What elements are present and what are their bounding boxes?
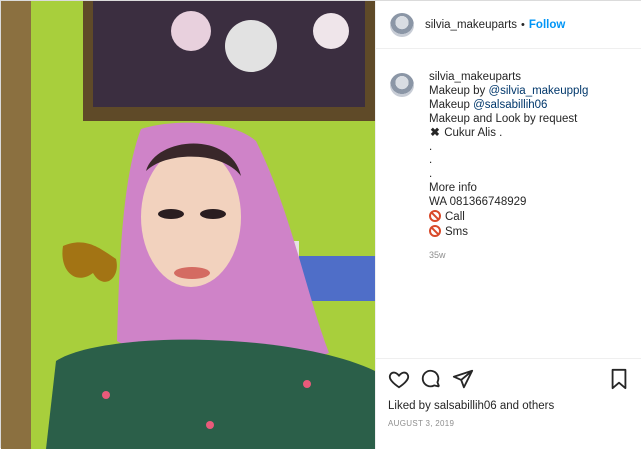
post-sidebar: silvia_makeuparts • Follow silvia_makeup… <box>375 1 641 449</box>
no-entry-icon <box>429 224 441 237</box>
mention-link[interactable]: @silvia_makeupplg <box>488 85 588 97</box>
heart-icon[interactable] <box>388 368 410 390</box>
caption-line: Sms <box>429 224 588 240</box>
caption-line: WA 081366748929 <box>429 196 527 209</box>
caption-line: More info <box>429 182 477 195</box>
caption-area: silvia_makeuparts Makeup by @silvia_make… <box>376 49 641 359</box>
caption-body: silvia_makeuparts Makeup by @silvia_make… <box>429 71 588 263</box>
separator-dot: • <box>521 18 525 31</box>
instagram-post: silvia_makeuparts • Follow silvia_makeup… <box>0 0 641 449</box>
action-bar <box>388 367 630 391</box>
caption-line: . <box>429 168 433 181</box>
share-icon[interactable] <box>452 368 474 390</box>
action-section: Liked by salsabillih06 and others AUGUST… <box>376 358 641 448</box>
mention-link[interactable]: @salsabillih06 <box>473 99 547 111</box>
follow-button[interactable]: Follow <box>529 19 565 31</box>
caption-line: Makeup @salsabillih06 <box>429 98 548 111</box>
no-entry-icon <box>429 210 441 223</box>
comment-icon[interactable] <box>420 368 442 390</box>
likes-summary: Liked by salsabillih06 and others <box>388 400 555 412</box>
post-header: silvia_makeuparts • Follow <box>376 1 641 49</box>
caption-line: ✖ Cukur Alis . <box>430 126 503 139</box>
avatar[interactable] <box>390 12 414 37</box>
post-age[interactable]: 35w <box>429 249 588 263</box>
post-date[interactable]: AUGUST 3, 2019 <box>388 419 630 428</box>
caption-line: Makeup by @silvia_makeupplg <box>429 84 589 97</box>
liker-username[interactable]: salsabillih06 <box>434 400 497 412</box>
caption-username[interactable]: silvia_makeuparts <box>429 71 521 83</box>
post-photo[interactable] <box>1 1 375 449</box>
post-image <box>1 1 375 449</box>
header-username[interactable]: silvia_makeuparts <box>425 19 517 31</box>
caption-avatar[interactable] <box>390 73 414 97</box>
caption-line: . <box>429 154 433 167</box>
caption-line: Makeup and Look by request <box>429 112 578 125</box>
cross-mark-icon: ✖ <box>430 126 440 139</box>
caption-line: . <box>429 140 433 153</box>
caption-line: Call <box>429 210 588 225</box>
bookmark-icon[interactable] <box>608 368 630 390</box>
caption: silvia_makeuparts Makeup by @silvia_make… <box>390 71 628 263</box>
